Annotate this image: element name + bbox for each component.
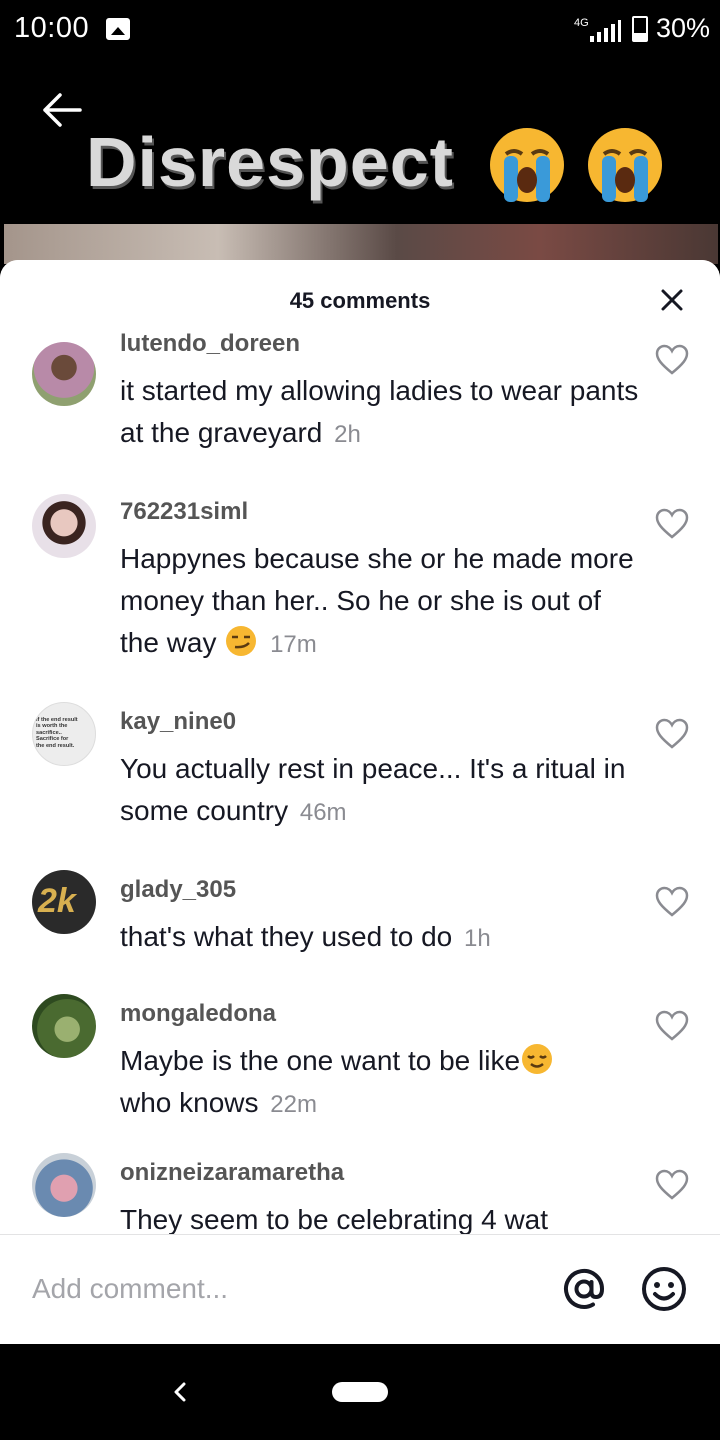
image-notification-icon xyxy=(106,18,130,40)
relieved-face-emoji xyxy=(522,1044,553,1074)
add-comment-input[interactable]: Add comment... xyxy=(32,1273,228,1305)
smirking-face-emoji xyxy=(226,626,257,656)
avatar[interactable] xyxy=(32,1153,96,1217)
avatar-text: 2k xyxy=(38,882,76,920)
comment-username[interactable]: 762231siml xyxy=(120,498,248,526)
nav-home-pill[interactable] xyxy=(332,1382,388,1402)
like-heart-icon[interactable] xyxy=(655,1010,689,1042)
comment-username[interactable]: lutendo_doreen xyxy=(120,330,300,358)
back-arrow-icon[interactable] xyxy=(40,92,84,128)
comments-sheet: lutendo_doreen it started my allowing la… xyxy=(0,260,720,1344)
comment-time: 22m xyxy=(270,1091,317,1118)
signal-icon xyxy=(590,20,622,42)
comment-text: it started my allowing ladies to wear pa… xyxy=(120,375,639,448)
avatar[interactable]: If the end result is worth the sacrifice… xyxy=(32,702,96,766)
like-heart-icon[interactable] xyxy=(655,508,689,540)
network-type: 4G xyxy=(574,17,589,29)
avatar-text: If the end result is worth the sacrifice… xyxy=(36,717,78,749)
status-time: 10:00 xyxy=(14,12,90,44)
at-sign-icon[interactable] xyxy=(560,1265,608,1313)
like-heart-icon[interactable] xyxy=(655,1169,689,1201)
loudly-crying-emoji xyxy=(490,128,564,202)
comment-text: that's what they used to do 1h xyxy=(120,921,491,952)
comment-text: They seem to be celebrating 4 wat xyxy=(120,1204,549,1234)
battery-icon xyxy=(632,16,648,42)
video-caption: Disrespect xyxy=(86,123,454,201)
comments-count-title: 45 comments xyxy=(289,288,431,313)
comment-username[interactable]: mongaledona xyxy=(120,1000,276,1028)
loudly-crying-emoji xyxy=(588,128,662,202)
comment-time: 1h xyxy=(464,925,491,952)
like-heart-icon[interactable] xyxy=(655,718,689,750)
comments-header: 45 comments xyxy=(0,260,720,330)
status-bar: 10:00 4G 30% xyxy=(0,0,720,60)
avatar[interactable] xyxy=(32,342,96,406)
avatar[interactable]: 2k xyxy=(32,870,96,934)
like-heart-icon[interactable] xyxy=(655,344,689,376)
comment-username[interactable]: kay_nine0 xyxy=(120,708,236,736)
close-icon[interactable] xyxy=(656,284,688,316)
comments-list[interactable]: lutendo_doreen it started my allowing la… xyxy=(0,260,720,1234)
avatar[interactable] xyxy=(32,994,96,1058)
comment-username[interactable]: glady_305 xyxy=(120,876,236,904)
comment-time: 2h xyxy=(334,421,361,448)
emoji-icon[interactable] xyxy=(640,1265,688,1313)
comment-time: 46m xyxy=(299,799,347,826)
comment-username[interactable]: onizneizaramaretha xyxy=(120,1159,344,1187)
nav-back-icon[interactable] xyxy=(170,1380,190,1404)
comment-input-bar: Add comment... xyxy=(0,1234,720,1344)
comment-text: Happynes because she or he made more mon… xyxy=(120,543,634,658)
avatar[interactable] xyxy=(32,494,96,558)
video-frame xyxy=(4,224,718,264)
comment-text: Maybe is the one want to be like who know… xyxy=(120,1040,640,1126)
like-heart-icon[interactable] xyxy=(655,886,689,918)
battery-percent: 30% xyxy=(656,13,711,43)
system-nav-bar xyxy=(0,1344,720,1440)
comment-time: 17m xyxy=(270,631,317,658)
comment-text: You actually rest in peace... It's a rit… xyxy=(120,753,626,826)
